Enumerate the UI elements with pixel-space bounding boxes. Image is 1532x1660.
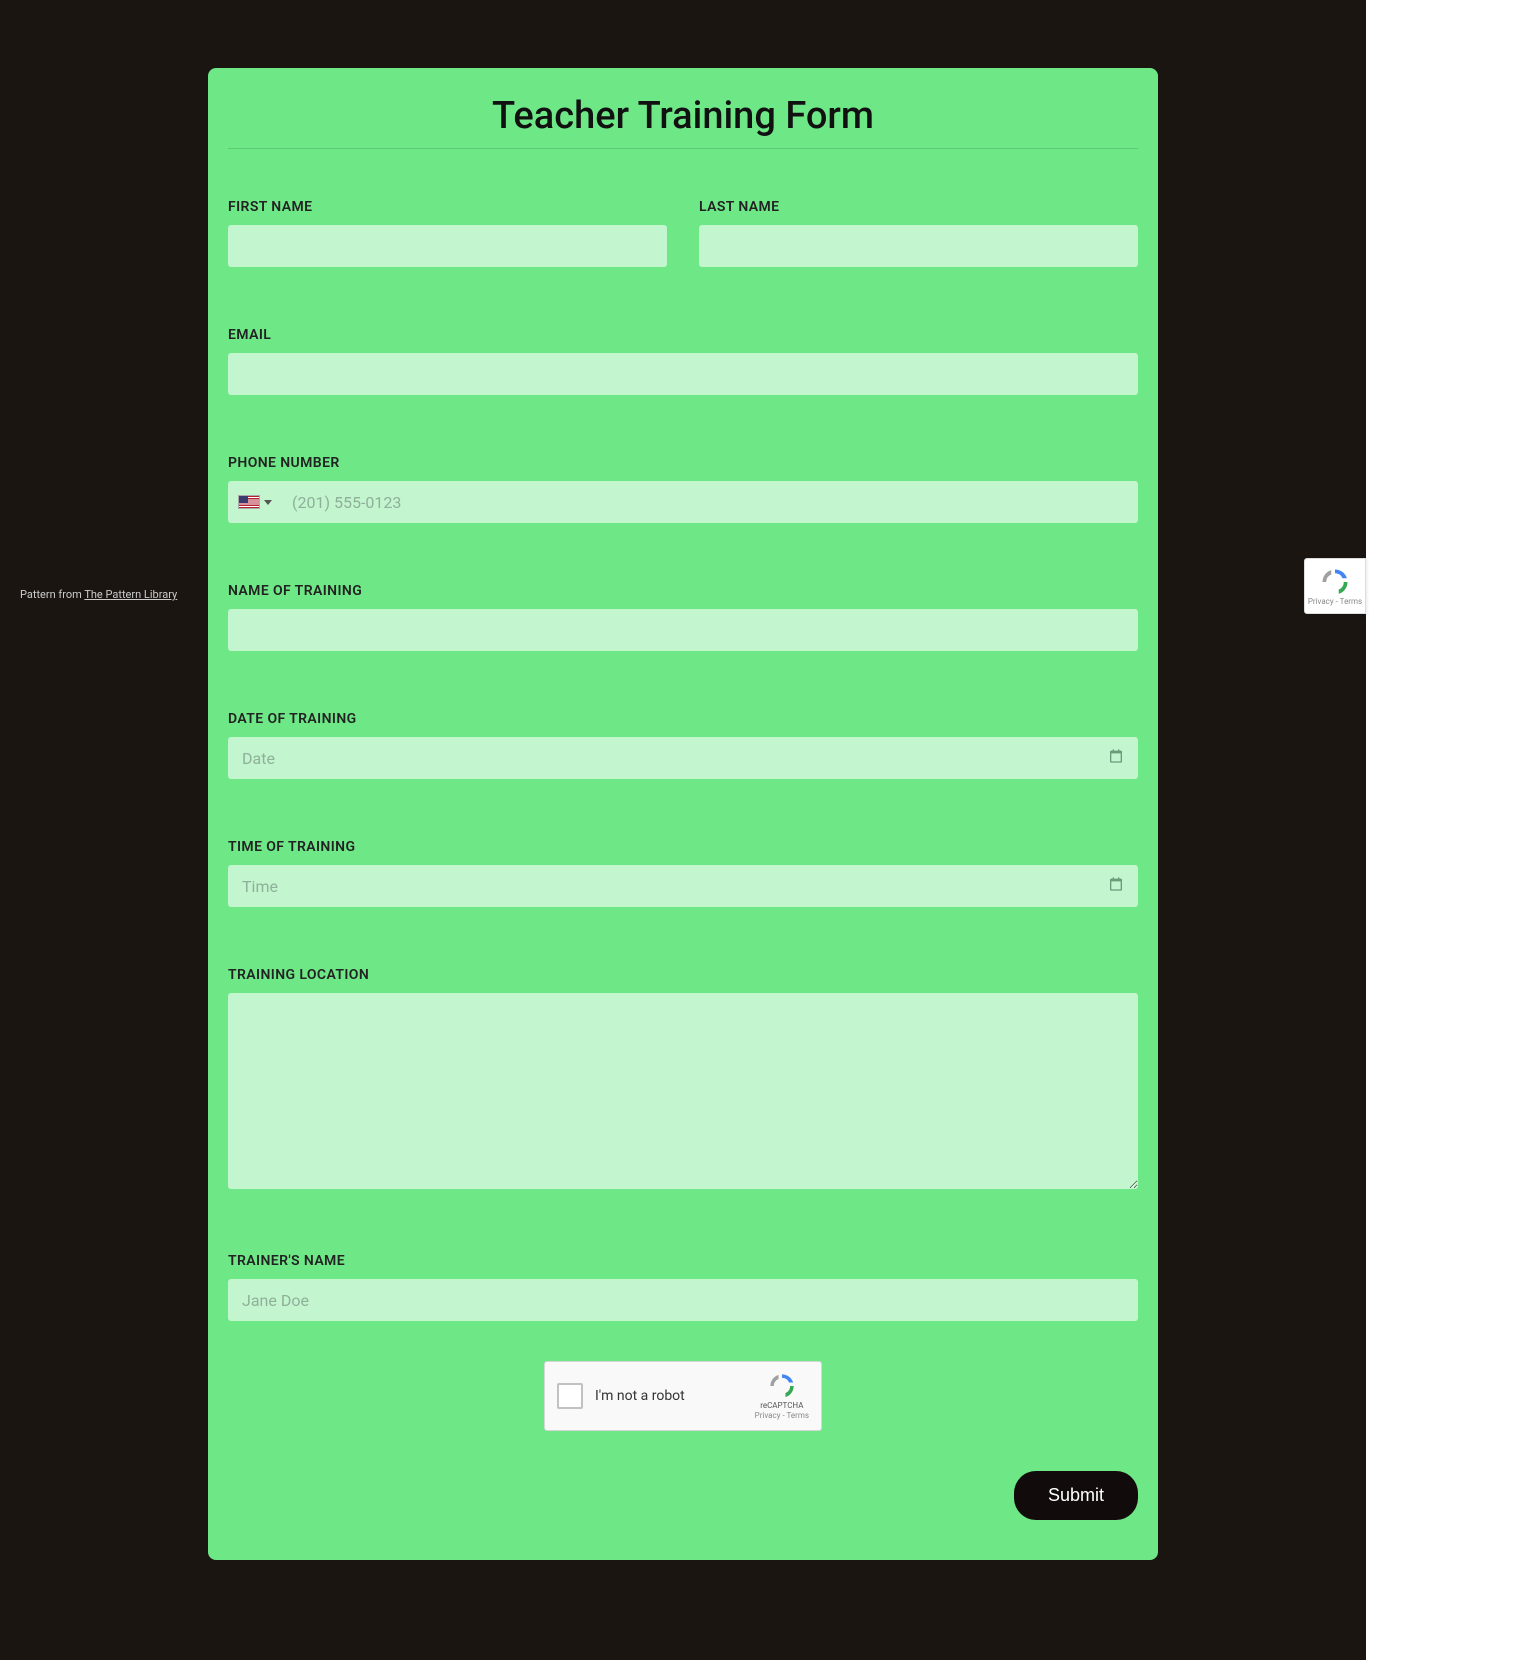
trainer-name-label: TRAINER'S NAME (228, 1253, 1138, 1269)
first-name-label: FIRST NAME (228, 199, 667, 215)
chevron-down-icon (264, 500, 272, 505)
training-location-label: TRAINING LOCATION (228, 967, 1138, 983)
training-name-label: NAME OF TRAINING (228, 583, 1138, 599)
form-card: Teacher Training Form FIRST NAME LAST NA… (208, 68, 1158, 1560)
first-name-input[interactable] (228, 225, 667, 267)
training-date-label: DATE OF TRAINING (228, 711, 1138, 727)
pattern-attr-prefix: Pattern from (20, 588, 84, 601)
submit-button[interactable]: Submit (1014, 1471, 1138, 1520)
pattern-attribution: Pattern from The Pattern Library (20, 588, 177, 601)
trainer-name-input[interactable] (228, 1279, 1138, 1321)
recaptcha-label: I'm not a robot (595, 1388, 743, 1404)
form-title: Teacher Training Form (228, 94, 1138, 149)
calendar-icon (1108, 876, 1124, 896)
email-input[interactable] (228, 353, 1138, 395)
calendar-icon (1108, 748, 1124, 768)
training-name-input[interactable] (228, 609, 1138, 651)
training-date-input[interactable] (228, 737, 1138, 779)
recaptcha-widget: I'm not a robot reCAPTCHA Privacy - Term… (544, 1361, 822, 1431)
pattern-attr-link[interactable]: The Pattern Library (84, 588, 177, 601)
recaptcha-brand: reCAPTCHA (760, 1401, 803, 1411)
recaptcha-icon (1320, 567, 1350, 597)
phone-input[interactable] (282, 481, 1138, 523)
recaptcha-badge-legal: Privacy - Terms (1308, 597, 1362, 606)
training-time-input[interactable] (228, 865, 1138, 907)
recaptcha-badge[interactable]: Privacy - Terms (1304, 558, 1366, 614)
recaptcha-logo: reCAPTCHA Privacy - Terms (755, 1372, 809, 1420)
training-time-label: TIME OF TRAINING (228, 839, 1138, 855)
recaptcha-icon (768, 1372, 796, 1400)
phone-country-selector[interactable] (228, 495, 282, 509)
last-name-label: LAST NAME (699, 199, 1138, 215)
training-location-input[interactable] (228, 993, 1138, 1189)
last-name-input[interactable] (699, 225, 1138, 267)
recaptcha-checkbox[interactable] (557, 1383, 583, 1409)
us-flag-icon (238, 495, 260, 509)
phone-label: PHONE NUMBER (228, 455, 1138, 471)
recaptcha-legal: Privacy - Terms (755, 1411, 809, 1421)
email-label: EMAIL (228, 327, 1138, 343)
